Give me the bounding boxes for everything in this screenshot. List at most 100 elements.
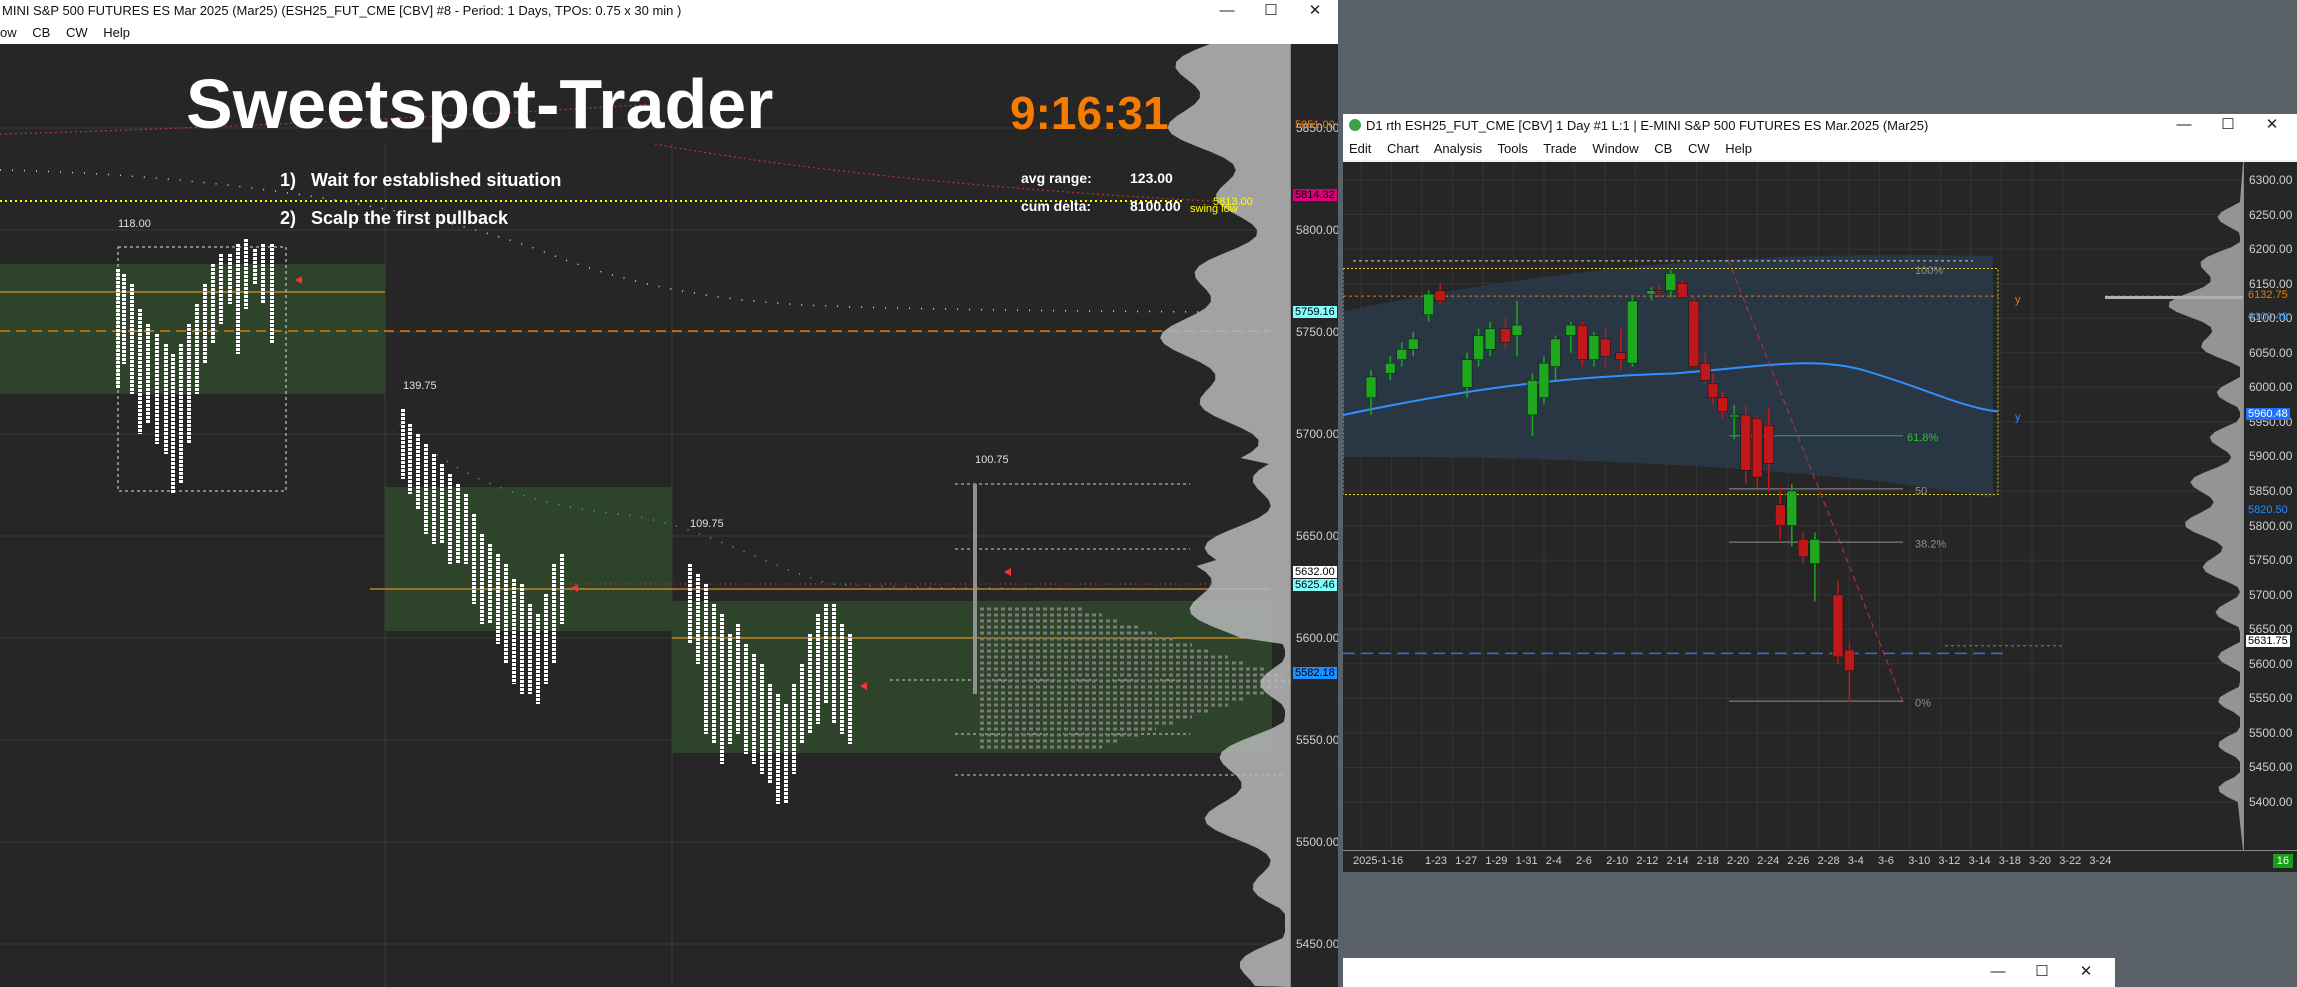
candle-body	[1365, 376, 1377, 398]
range-label-4: 100.75	[975, 454, 1009, 466]
price-tag: 5759.16	[1293, 306, 1337, 319]
candle-body	[1798, 539, 1809, 557]
cum-delta-value: 8100.00	[1130, 198, 1181, 214]
price-axis-label: 6050.00	[2249, 345, 2293, 360]
close-button[interactable]: ✕	[1292, 0, 1338, 22]
range-label-3: 109.75	[690, 518, 724, 530]
candle-body	[1751, 418, 1763, 478]
price-tag: 5820.50	[2248, 504, 2288, 517]
candle-body	[1461, 359, 1473, 388]
price-tag: 5851.00	[1295, 118, 1335, 131]
brand-title: Sweetspot-Trader	[186, 65, 774, 143]
price-axis-label: 6000.00	[2249, 380, 2293, 395]
right-price-axis: 6300.00 6250.00 6200.00 6150.00 6100.00 6050.…	[2243, 162, 2297, 850]
date-axis-label: 2-26	[1787, 855, 1810, 867]
candle-body	[1717, 397, 1728, 412]
menu-trade[interactable]: Trade	[1543, 141, 1576, 156]
date-axis-label: 2-6	[1576, 855, 1592, 867]
rule-2: 2) Scalp the first pullback	[280, 208, 509, 228]
menu-cw[interactable]: CW	[1688, 141, 1710, 156]
menu-cb[interactable]: CB	[32, 25, 50, 40]
price-axis-label: 5600.00	[2249, 656, 2293, 671]
price-axis-label: 5700.00	[1296, 427, 1338, 441]
price-tag: 6132.75	[2248, 288, 2288, 301]
date-axis-label: 1-27	[1455, 855, 1478, 867]
price-axis-label: 5500.00	[2249, 725, 2293, 740]
candle-body	[1473, 335, 1484, 360]
volume-profile	[2168, 162, 2243, 850]
candle-body	[1511, 324, 1523, 336]
candle-body	[1763, 425, 1775, 464]
left-tpo-chart[interactable]: Sweetspot-Trader 9:16:31 1) Wait for est…	[0, 44, 1290, 987]
price-axis-label: 6250.00	[2249, 207, 2293, 222]
price-axis-label: 5850.00	[2249, 484, 2293, 498]
y-mark: y	[2015, 411, 2021, 423]
price-axis-label: 6200.00	[2249, 242, 2293, 257]
fib-label: 0%	[1915, 697, 1931, 709]
menu-analysis[interactable]: Analysis	[1434, 141, 1482, 156]
bottom-maximize-button[interactable]: ☐	[2019, 961, 2065, 983]
date-axis-label: 2-10	[1606, 855, 1629, 867]
menu-window[interactable]: ow	[0, 25, 17, 40]
candle-body	[1786, 490, 1798, 526]
date-axis-label: 2-18	[1696, 855, 1719, 867]
candle-body	[1832, 594, 1844, 658]
candle-body	[1434, 290, 1446, 302]
candle-body	[1728, 414, 1740, 418]
candle-body	[1408, 338, 1419, 350]
price-axis-label: 5450.00	[1296, 937, 1338, 951]
date-axis-label: 3-12	[1938, 855, 1961, 867]
date-axis-label: 2-12	[1636, 855, 1659, 867]
date-axis-label: 3-6	[1878, 855, 1894, 867]
candle-body	[1396, 349, 1407, 360]
price-axis-label: 5750.00	[2249, 553, 2293, 568]
price-axis-label: 5650.00	[1296, 529, 1338, 543]
range-label-2: 139.75	[403, 380, 437, 392]
menu-cb[interactable]: CB	[1654, 141, 1672, 156]
candle-body	[1484, 328, 1496, 350]
candle-body	[1600, 338, 1611, 357]
price-axis-label: 5500.00	[1296, 835, 1338, 849]
price-axis-label: 5550.00	[1296, 733, 1338, 747]
date-axis-label: 2-24	[1757, 855, 1780, 867]
bottom-close-button[interactable]: ✕	[2063, 961, 2109, 983]
minimize-button[interactable]: —	[1204, 0, 1250, 22]
menu-window[interactable]: Window	[1592, 141, 1638, 156]
menu-tools[interactable]: Tools	[1498, 141, 1528, 156]
menu-help[interactable]: Help	[1725, 141, 1752, 156]
app-globe-icon	[1349, 119, 1361, 131]
candle-body	[1627, 300, 1638, 364]
candle-body	[1844, 649, 1855, 671]
menu-edit[interactable]: Edit	[1349, 141, 1371, 156]
price-axis-label: 5750.00	[1296, 325, 1338, 339]
price-tag: 5582.18	[1293, 667, 1337, 680]
date-axis-label: 3-10	[1908, 855, 1931, 867]
menu-chart[interactable]: Chart	[1387, 141, 1419, 156]
avg-range-label: avg range:	[1021, 170, 1092, 186]
candle-body	[1565, 324, 1577, 336]
date-axis-label: 3-14	[1968, 855, 1991, 867]
menu-help[interactable]: Help	[103, 25, 130, 40]
bottom-minimize-button[interactable]: —	[1975, 961, 2021, 983]
left-chart-window: MINI S&P 500 FUTURES ES Mar 2025 (Mar25)…	[0, 0, 1338, 987]
avg-range-value: 123.00	[1130, 170, 1173, 186]
fib-label: 61.8%	[1907, 432, 1938, 444]
date-axis-label: 1-31	[1515, 855, 1538, 867]
price-axis-label: 5900.00	[2249, 449, 2293, 464]
candle-body	[1775, 504, 1786, 526]
value-area	[0, 264, 385, 394]
date-axis-label: 2-28	[1817, 855, 1840, 867]
candle-body	[1588, 335, 1600, 360]
right-close-button[interactable]: ✕	[2249, 114, 2295, 136]
volume-profile	[1160, 44, 1290, 987]
right-maximize-button[interactable]: ☐	[2205, 114, 2251, 136]
right-minimize-button[interactable]: —	[2161, 114, 2207, 136]
maximize-button[interactable]: ☐	[1248, 0, 1294, 22]
candle-body	[1538, 362, 1550, 398]
bottom-window: — ☐ ✕	[1343, 958, 2115, 987]
red-marker	[1004, 568, 1011, 576]
date-axis-label: 2025-1-16	[1353, 855, 1404, 867]
right-candle-chart[interactable]: 61.8% 50 38.2% 0% 100% y y	[1343, 162, 2243, 850]
right-window-title: D1 rth ESH25_FUT_CME [CBV] 1 Day #1 L:1 …	[1343, 114, 2297, 138]
menu-cw[interactable]: CW	[66, 25, 88, 40]
